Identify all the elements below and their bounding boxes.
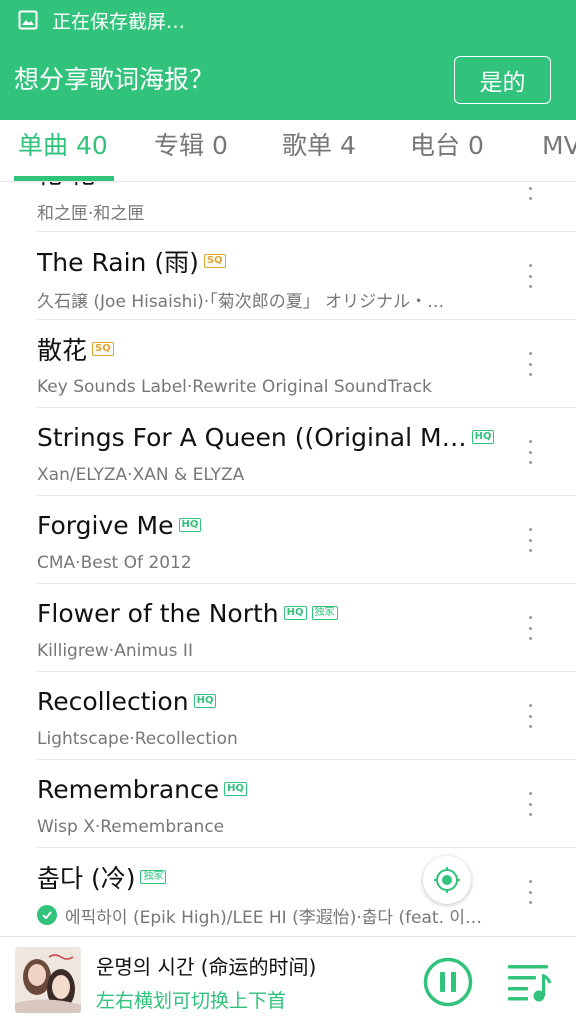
tab-albums[interactable]: 专辑 0 — [154, 131, 228, 161]
song-title: The Rain (雨) — [37, 248, 199, 277]
share-prompt: 想分享歌词海报？ — [14, 65, 215, 94]
song-title: Forgive Me — [37, 510, 174, 540]
more-options-icon[interactable] — [524, 792, 536, 816]
more-options-icon[interactable] — [524, 352, 536, 376]
tab-mv[interactable]: MV — [542, 131, 576, 161]
song-row-9[interactable]: 춥다 (冷) 独家 에픽하이 (Epik High)/LEE HI (李遐怡)·… — [0, 848, 576, 936]
song-subtitle-line: Wisp X·Remembrance — [37, 816, 224, 838]
more-options-icon[interactable] — [524, 616, 536, 640]
tab-indicator — [14, 176, 114, 181]
album-cover[interactable] — [15, 947, 81, 1013]
song-artist-album: Xan/ELYZA·XAN & ELYZA — [37, 465, 245, 485]
song-subtitle-line: Key Sounds Label·Rewrite Original SoundT… — [37, 376, 432, 398]
more-options-icon[interactable] — [524, 264, 536, 288]
song-row-4[interactable]: Strings For A Queen ((Original M… HQ Xan… — [0, 408, 576, 496]
tab-songs[interactable]: 单曲 40 — [18, 131, 108, 161]
song-row-1[interactable]: 花 花 和之匣·和之匣 — [0, 182, 576, 232]
song-list: 花 花 和之匣·和之匣 The Rain (雨) SQ 久石譲 (Joe His… — [0, 182, 576, 936]
swipe-hint: 左右横划可切换上下首 — [96, 990, 287, 1012]
now-playing-title: 운명의 시간 (命运的时间) — [96, 955, 317, 979]
song-artist-album: 에픽하이 (Epik High)/LEE HI (李遐怡)·춥다 (feat. … — [65, 907, 483, 928]
sq-badge: SQ — [92, 342, 114, 356]
locate-playing-button[interactable] — [423, 856, 471, 904]
song-title: 散花 — [37, 336, 88, 365]
downloaded-check-icon — [37, 905, 57, 925]
tab-bar: 单曲 40 专辑 0 歌单 4 电台 0 MV — [0, 120, 576, 182]
song-artist-album: CMA·Best Of 2012 — [37, 553, 192, 573]
playlist-queue-icon[interactable] — [506, 961, 552, 1003]
song-title-line: Remembrance HQ — [37, 772, 248, 806]
song-subtitle-line: 久石譲 (Joe Hisaishi)·「菊次郎の夏」 オリジナル・… — [37, 288, 445, 312]
song-title-line: 散花 SQ — [37, 332, 114, 366]
song-row-2[interactable]: The Rain (雨) SQ 久石譲 (Joe Hisaishi)·「菊次郎の… — [0, 232, 576, 320]
song-title: Strings For A Queen ((Original M… — [37, 422, 467, 452]
status-bar: 正在保存截屏… — [18, 7, 185, 33]
song-title: Recollection — [37, 686, 189, 716]
song-artist-album: Key Sounds Label·Rewrite Original SoundT… — [37, 377, 432, 397]
song-title-line: The Rain (雨) SQ — [37, 244, 226, 278]
song-artist-album: 和之匣·和之匣 — [37, 203, 145, 224]
hq-badge: HQ — [178, 518, 202, 532]
top-bar: 正在保存截屏… 想分享歌词海报？ 是的 — [0, 0, 576, 120]
target-icon — [434, 867, 460, 893]
song-title-line: 花 花 — [37, 182, 95, 190]
song-artist-album: 久石譲 (Joe Hisaishi)·「菊次郎の夏」 オリジナル・… — [37, 291, 445, 312]
song-artist-album: Wisp X·Remembrance — [37, 817, 225, 837]
tab-playlists[interactable]: 歌单 4 — [282, 131, 356, 161]
song-title-line: Recollection HQ — [37, 684, 217, 718]
song-title-line: Flower of the North HQ 独家 — [37, 596, 338, 630]
song-subtitle-line: CMA·Best Of 2012 — [37, 552, 192, 574]
song-row-6[interactable]: Flower of the North HQ 独家 Killigrew·Anim… — [0, 584, 576, 672]
song-title: 춥다 (冷) — [37, 864, 136, 893]
song-row-7[interactable]: Recollection HQ Lightscape·Recollection — [0, 672, 576, 760]
sq-badge: SQ — [203, 254, 226, 268]
more-options-icon[interactable] — [524, 182, 536, 200]
share-yes-button[interactable]: 是的 — [454, 56, 551, 104]
song-artist-album: Lightscape·Recollection — [37, 729, 238, 749]
hq-badge: HQ — [224, 782, 248, 796]
more-options-icon[interactable] — [524, 704, 536, 728]
more-options-icon[interactable] — [524, 528, 536, 552]
more-options-icon[interactable] — [524, 880, 536, 904]
song-title-line: Strings For A Queen ((Original M… HQ — [37, 420, 495, 454]
song-subtitle-line: 和之匣·和之匣 — [37, 200, 145, 224]
song-row-8[interactable]: Remembrance HQ Wisp X·Remembrance — [0, 760, 576, 848]
pause-icon[interactable] — [423, 957, 473, 1007]
image-icon — [18, 10, 38, 30]
song-title: 花 花 — [37, 182, 95, 191]
song-row-3[interactable]: 散花 SQ Key Sounds Label·Rewrite Original … — [0, 320, 576, 408]
hq-badge: HQ — [193, 694, 217, 708]
more-options-icon[interactable] — [524, 440, 536, 464]
song-subtitle-line: Lightscape·Recollection — [37, 728, 238, 750]
mini-player[interactable]: 운명의 시간 (命运的时间) 左右横划可切换上下首 — [0, 936, 576, 1024]
song-title: Remembrance — [37, 774, 220, 804]
hq-badge: HQ — [471, 430, 495, 444]
song-title-line: Forgive Me HQ — [37, 508, 202, 542]
hq-badge: HQ — [283, 606, 307, 620]
song-title-line: 춥다 (冷) 独家 — [37, 860, 167, 894]
exclusive-badge: 独家 — [311, 606, 338, 620]
song-subtitle-line: Killigrew·Animus II — [37, 640, 193, 662]
song-artist-album: Killigrew·Animus II — [37, 641, 193, 661]
tab-radio[interactable]: 电台 0 — [410, 131, 484, 161]
song-row-5[interactable]: Forgive Me HQ CMA·Best Of 2012 — [0, 496, 576, 584]
status-text: 正在保存截屏… — [52, 10, 186, 33]
song-subtitle-line: 에픽하이 (Epik High)/LEE HI (李遐怡)·춥다 (feat. … — [37, 904, 483, 928]
song-title: Flower of the North — [37, 598, 279, 628]
exclusive-badge: 独家 — [140, 870, 167, 884]
song-subtitle-line: Xan/ELYZA·XAN & ELYZA — [37, 464, 244, 486]
